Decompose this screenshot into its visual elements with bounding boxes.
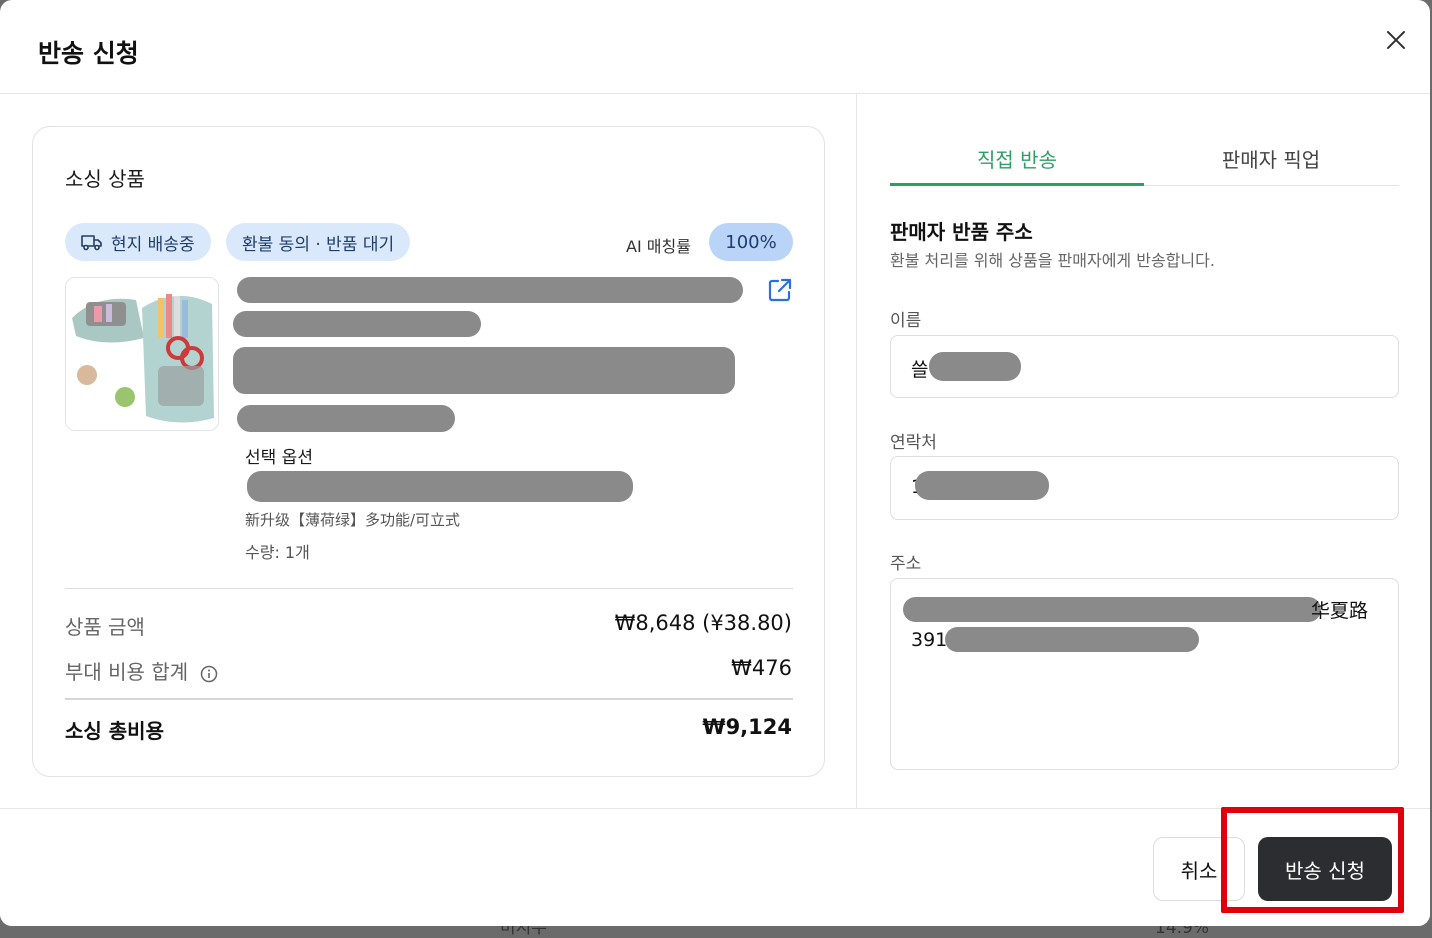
redacted-product-block: [233, 347, 735, 394]
phone-label: 연락처: [890, 428, 937, 453]
total-cost-label: 소싱 총비용: [65, 715, 164, 744]
close-button[interactable]: [1382, 26, 1410, 54]
info-icon[interactable]: [200, 665, 218, 683]
selected-option-detail: 新升级【薄荷绿】多功能/可立式: [245, 509, 460, 530]
address-line2-prefix: 391: [911, 629, 947, 651]
modal-body: 소싱 상품 현지 배송중 환불 동의 · 반품 대기 AI 매칭률 100%: [0, 94, 1430, 808]
modal-footer: 취소 반송 신청: [0, 808, 1430, 926]
extra-cost-label-text: 부대 비용 합계: [65, 660, 188, 684]
refund-status-badge: 환불 동의 · 반품 대기: [226, 223, 410, 261]
name-value: 쓸: [911, 355, 928, 382]
open-external-link-button[interactable]: [767, 277, 793, 303]
right-pane: 직접 반송 판매자 픽업 판매자 반품 주소 환불 처리를 위해 상품을 판매자…: [858, 94, 1430, 808]
shipping-status-label: 현지 배송중: [111, 230, 195, 255]
divider: [65, 588, 793, 589]
left-pane: 소싱 상품 현지 배송중 환불 동의 · 반품 대기 AI 매칭률 100%: [0, 94, 857, 808]
tab-seller-pickup[interactable]: 판매자 픽업: [1144, 138, 1398, 186]
return-method-tabs: 직접 반송 판매자 픽업: [890, 138, 1399, 186]
selected-option-label: 선택 옵션: [245, 443, 313, 468]
card-title: 소싱 상품: [65, 163, 145, 192]
truck-icon: [81, 233, 103, 251]
sourcing-product-card: 소싱 상품 현지 배송중 환불 동의 · 반품 대기 AI 매칭률 100%: [32, 126, 825, 777]
redacted-address-line1: [903, 597, 1321, 622]
redacted-phone: [915, 471, 1049, 500]
address-textarea[interactable]: 华夏路 391: [890, 578, 1399, 770]
redacted-product-meta: [237, 405, 455, 432]
total-cost-value: ₩9,124: [702, 715, 792, 739]
section-title: 판매자 반품 주소: [890, 216, 1033, 245]
redacted-address-line2: [945, 627, 1199, 652]
modal-header: 반송 신청: [0, 0, 1430, 94]
address-line1-suffix: 华夏路: [1311, 596, 1368, 623]
cancel-button[interactable]: 취소: [1153, 837, 1245, 901]
ai-match-label: AI 매칭률: [626, 233, 691, 257]
phone-field[interactable]: 1: [890, 456, 1399, 520]
divider: [65, 698, 793, 700]
name-field[interactable]: 쓸: [890, 335, 1399, 398]
extra-cost-label: 부대 비용 합계: [65, 656, 218, 685]
tab-direct-return[interactable]: 직접 반송: [890, 138, 1144, 186]
shipping-status-badge: 현지 배송중: [65, 223, 211, 261]
redacted-name: [929, 352, 1021, 381]
tab-direct-return-label: 직접 반송: [977, 138, 1057, 173]
external-link-icon: [767, 277, 793, 303]
quantity-label: 수량: 1개: [245, 539, 310, 563]
name-label: 이름: [890, 306, 921, 331]
refund-status-label: 환불 동의 · 반품 대기: [242, 230, 394, 255]
tab-seller-pickup-label: 판매자 픽업: [1222, 138, 1320, 173]
section-description: 환불 처리를 위해 상품을 판매자에게 반송합니다.: [890, 247, 1215, 271]
redacted-product-title-line1: [237, 277, 743, 303]
pencil-case-image: [66, 278, 219, 431]
redacted-option-value: [247, 471, 633, 502]
submit-return-button[interactable]: 반송 신청: [1258, 837, 1392, 901]
address-label: 주소: [890, 549, 921, 574]
product-amount-label: 상품 금액: [65, 611, 145, 640]
product-thumbnail[interactable]: [65, 277, 219, 431]
return-request-modal: 반송 신청 소싱 상품 현지 배송중 환불 동의 · 반품 대: [0, 0, 1430, 926]
extra-cost-value: ₩476: [731, 656, 792, 680]
ai-match-percent: 100%: [709, 223, 793, 261]
redacted-product-title-line2: [233, 311, 481, 337]
modal-title: 반송 신청: [38, 34, 139, 70]
product-amount-value: ₩8,648 (¥38.80): [615, 611, 792, 635]
close-icon: [1387, 31, 1405, 49]
